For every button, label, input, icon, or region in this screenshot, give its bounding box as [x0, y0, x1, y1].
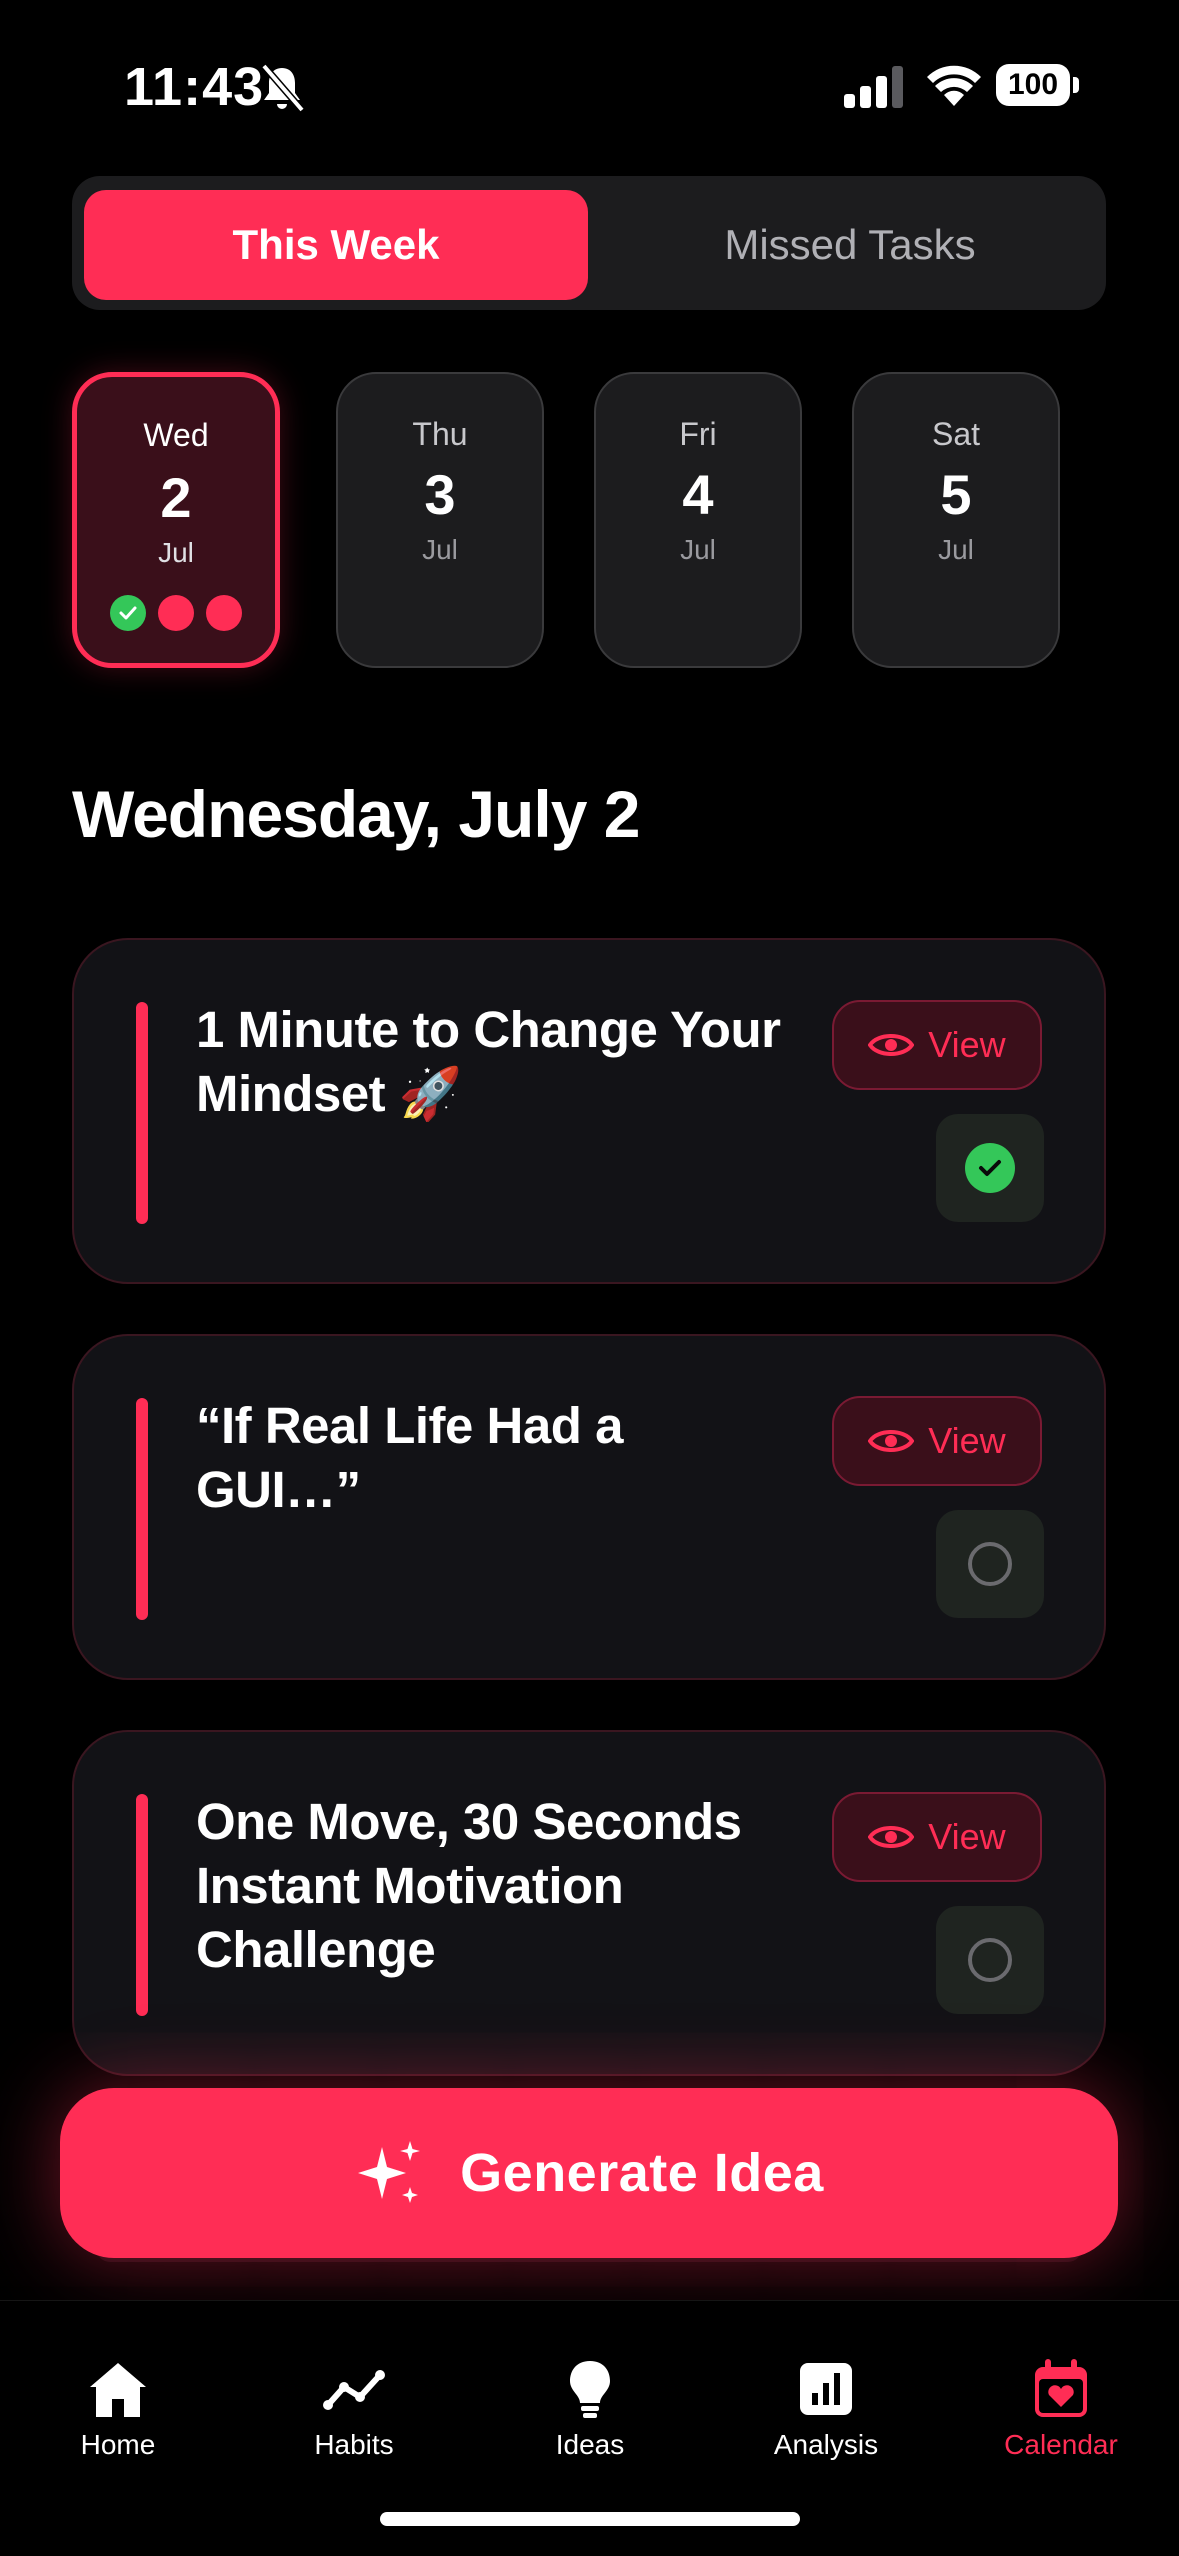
empty-circle-icon: [968, 1542, 1012, 1586]
task-title: “If Real Life Had a GUI…”: [196, 1397, 623, 1518]
eye-icon: [868, 1430, 915, 1452]
tab-label: Calendar: [1004, 2429, 1118, 2460]
sparkles-icon: [358, 2141, 421, 2203]
home-indicator[interactable]: [380, 2512, 800, 2526]
view-button-label: View: [928, 1024, 1006, 1065]
task-status-dots: [77, 595, 275, 631]
day-card-wed[interactable]: Wed 2 Jul: [72, 372, 280, 668]
trend-line-icon: [323, 2370, 385, 2410]
day-month: Jul: [422, 534, 458, 565]
eye-icon: [868, 1034, 915, 1056]
day-card-sat[interactable]: Sat 5 Jul: [852, 372, 1060, 668]
day-name: Fri: [679, 416, 717, 452]
day-name: Thu: [412, 416, 468, 452]
empty-circle-icon: [968, 1938, 1012, 1982]
day-name: Wed: [143, 417, 209, 453]
status-time: 11:43: [124, 57, 265, 117]
tab-analysis[interactable]: Analysis: [708, 2359, 944, 2461]
day-month: Jul: [158, 537, 194, 568]
tab-label: Home: [80, 2429, 156, 2460]
tab-label: Ideas: [555, 2429, 625, 2460]
week-segmented-control: This Week Missed Tasks: [72, 176, 1106, 310]
bell-muted-icon: [261, 63, 305, 113]
battery-icon: 100: [996, 64, 1080, 108]
task-title: One Move, 30 Seconds Instant Motivation …: [196, 1793, 742, 1978]
eye-icon: [868, 1826, 915, 1848]
task-accent-bar: [136, 1002, 148, 1224]
tab-missed-tasks[interactable]: Missed Tasks: [602, 190, 1098, 300]
lightbulb-icon: [570, 2361, 610, 2418]
complete-toggle[interactable]: [936, 1114, 1044, 1222]
battery-level: 100: [1007, 68, 1059, 101]
day-number: 2: [160, 466, 192, 529]
tab-home[interactable]: Home: [0, 2359, 236, 2461]
calendar-heart-icon: [1035, 2359, 1087, 2417]
generate-idea-label: Generate Idea: [460, 2143, 824, 2203]
complete-toggle[interactable]: [936, 1906, 1044, 2014]
day-card-thu[interactable]: Thu 3 Jul: [336, 372, 544, 668]
day-number: 3: [424, 463, 456, 526]
day-number: 5: [940, 463, 972, 526]
day-card-fri[interactable]: Fri 4 Jul: [594, 372, 802, 668]
cellular-signal-icon: [844, 66, 903, 108]
check-circle-icon: [965, 1143, 1015, 1193]
calendar-screen: 11:43 100 This Week Missed Tasks Wed 2 J…: [0, 0, 1179, 2556]
tab-this-week[interactable]: This Week: [84, 190, 588, 300]
tab-label: Analysis: [773, 2429, 879, 2460]
day-month: Jul: [680, 534, 716, 565]
selected-date-heading: Wednesday, July 2: [72, 777, 640, 851]
day-number: 4: [682, 463, 714, 526]
tab-label: Habits: [314, 2429, 394, 2460]
complete-toggle[interactable]: [936, 1510, 1044, 1618]
view-button-label: View: [928, 1420, 1006, 1461]
view-button[interactable]: View: [832, 1792, 1042, 1882]
checkmark-icon: [119, 606, 137, 620]
task-done-dot: [110, 595, 146, 631]
task-card: “If Real Life Had a GUI…” View: [72, 1334, 1106, 1680]
day-month: Jul: [938, 534, 974, 565]
task-card: One Move, 30 Seconds Instant Motivation …: [72, 1730, 1106, 2076]
tab-habits[interactable]: Habits: [236, 2359, 472, 2461]
task-pending-dot: [158, 595, 194, 631]
view-button[interactable]: View: [832, 1000, 1042, 1090]
task-card: 1 Minute to Change Your Mindset 🚀 View: [72, 938, 1106, 1284]
task-title: 1 Minute to Change Your Mindset 🚀: [196, 1001, 781, 1122]
view-button[interactable]: View: [832, 1396, 1042, 1486]
tab-ideas[interactable]: Ideas: [472, 2359, 708, 2461]
task-accent-bar: [136, 1398, 148, 1620]
tab-calendar[interactable]: Calendar: [943, 2359, 1179, 2461]
view-button-label: View: [928, 1816, 1006, 1857]
wifi-icon: [927, 65, 981, 106]
bar-chart-icon: [800, 2363, 852, 2415]
day-name: Sat: [931, 416, 981, 452]
home-icon: [90, 2363, 146, 2417]
task-pending-dot: [206, 595, 242, 631]
generate-idea-button[interactable]: Generate Idea: [60, 2088, 1118, 2258]
task-accent-bar: [136, 1794, 148, 2016]
